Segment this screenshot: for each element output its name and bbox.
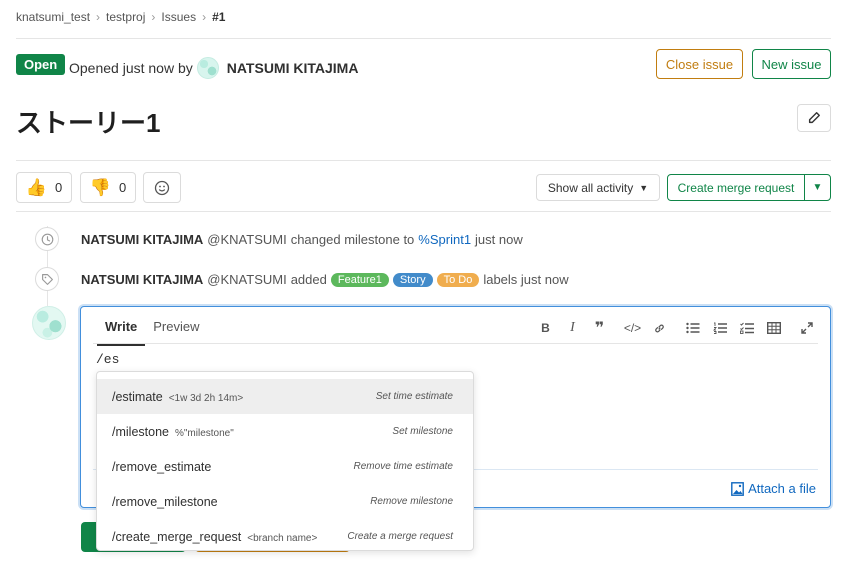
status-badge: Open [16,54,66,75]
author-avatar[interactable] [196,57,219,79]
breadcrumb-item-current[interactable]: #1 [212,10,225,24]
autocomplete-param: <1w 3d 2h 14m> [168,392,244,404]
note-author[interactable]: NATSUMI KITAJIMA [81,232,203,247]
numbered-list-icon[interactable] [706,319,733,337]
bold-icon[interactable]: B [532,319,559,337]
clock-icon [35,227,59,251]
thumbs-down-icon: 👎 [89,177,111,197]
add-reaction-button[interactable] [143,172,181,203]
quote-icon[interactable]: ❞ [586,319,613,337]
editor-tabs: Write Preview [97,317,208,346]
attach-file-button[interactable]: Attach a file [731,481,816,496]
show-all-activity-dropdown[interactable]: Show all activity ▼ [536,174,660,201]
tab-preview[interactable]: Preview [145,317,207,346]
breadcrumb: knatsumi_test › testproj › Issues › #1 [16,10,225,24]
opened-by: Opened just now by NATSUMI KITAJIMA [69,57,358,79]
milestone-link[interactable]: %Sprint1 [418,232,471,247]
issue-title: ストーリー1 [16,108,161,138]
label-badge[interactable]: Story [392,272,433,287]
create-merge-request-dropdown[interactable]: ▼ [804,174,831,201]
link-icon[interactable] [646,319,673,337]
autocomplete-description: Create a merge request [347,531,453,542]
comment-textarea[interactable]: /es [96,352,119,367]
breadcrumb-item-project[interactable]: testproj [106,10,145,24]
note-handle[interactable]: @KNATSUMI [207,232,286,247]
label-badge[interactable]: To Do [436,272,480,287]
opened-text: Opened just now by [69,60,193,76]
note-author[interactable]: NATSUMI KITAJIMA [81,272,203,287]
autocomplete-description: Remove time estimate [353,461,453,472]
autocomplete-param: %"milestone" [174,427,234,439]
autocomplete-param: <branch name> [247,532,318,544]
current-user-avatar[interactable] [32,306,66,340]
close-issue-button[interactable]: Close issue [656,49,743,79]
autocomplete-description: Remove milestone [370,496,453,507]
pencil-icon [808,112,820,124]
chevron-down-icon: ▼ [639,182,649,193]
system-note-milestone: NATSUMI KITAJIMA @KNATSUMI changed miles… [81,232,523,247]
create-merge-request-button[interactable]: Create merge request [667,174,805,201]
author-name[interactable]: NATSUMI KITAJIMA [227,60,359,76]
italic-icon[interactable]: I [559,319,586,337]
note-suffix: labels just now [483,272,569,287]
show-all-activity-label: Show all activity [547,180,634,195]
quick-actions-autocomplete: /estimate <1w 3d 2h 14m> Set time estimat… [96,371,474,551]
thumbs-up-icon: 👍 [25,177,47,197]
tab-write[interactable]: Write [97,317,146,346]
note-time: just now [475,232,523,247]
autocomplete-description: Set milestone [392,426,453,437]
attach-file-label: Attach a file [748,481,816,496]
autocomplete-description: Set time estimate [375,391,453,402]
breadcrumb-item-group[interactable]: knatsumi_test [16,10,90,24]
chevron-right-icon: › [202,10,207,24]
markdown-toolbar: B I ❞ </> [532,319,820,337]
chevron-right-icon: › [151,10,156,24]
autocomplete-item-estimate[interactable]: /estimate <1w 3d 2h 14m> Set time estimat… [97,379,473,414]
chevron-down-icon: ▼ [812,182,823,193]
fullscreen-icon[interactable] [793,319,820,337]
breadcrumb-item-issues[interactable]: Issues [161,10,196,24]
note-action: changed milestone to [290,232,415,247]
autocomplete-command: /milestone [112,424,169,439]
autocomplete-command: /estimate [112,389,163,404]
divider [16,160,831,161]
label-badge[interactable]: Feature1 [330,272,389,287]
thumbs-down-button[interactable]: 👎 0 [80,172,136,203]
table-icon[interactable] [760,319,787,337]
bullet-list-icon[interactable] [679,319,706,337]
autocomplete-command: /remove_estimate [112,459,212,474]
note-handle[interactable]: @KNATSUMI [207,272,286,287]
label-icon [35,267,59,291]
system-note-labels: NATSUMI KITAJIMA @KNATSUMI added Feature… [81,272,569,287]
autocomplete-item-milestone[interactable]: /milestone %"milestone" Set milestone [97,414,473,449]
autocomplete-item-create-merge-request[interactable]: /create_merge_request <branch name> Creat… [97,519,473,554]
smiley-icon [154,180,170,195]
thumbs-up-button[interactable]: 👍 0 [16,172,72,203]
thumbs-up-count: 0 [54,180,63,195]
autocomplete-command: /remove_milestone [112,494,218,509]
divider [93,343,818,344]
divider [16,211,831,212]
autocomplete-item-remove-milestone[interactable]: /remove_milestone Remove milestone [97,484,473,519]
task-list-icon[interactable] [733,319,760,337]
divider [16,38,831,39]
edit-title-button[interactable] [797,104,831,132]
new-issue-button[interactable]: New issue [752,49,831,79]
file-image-icon [731,481,744,496]
chevron-right-icon: › [96,10,101,24]
code-icon[interactable]: </> [619,319,646,337]
thumbs-down-count: 0 [118,180,127,195]
autocomplete-command: /create_merge_request [112,529,242,544]
note-action: added [290,272,327,287]
autocomplete-item-remove-estimate[interactable]: /remove_estimate Remove time estimate [97,449,473,484]
